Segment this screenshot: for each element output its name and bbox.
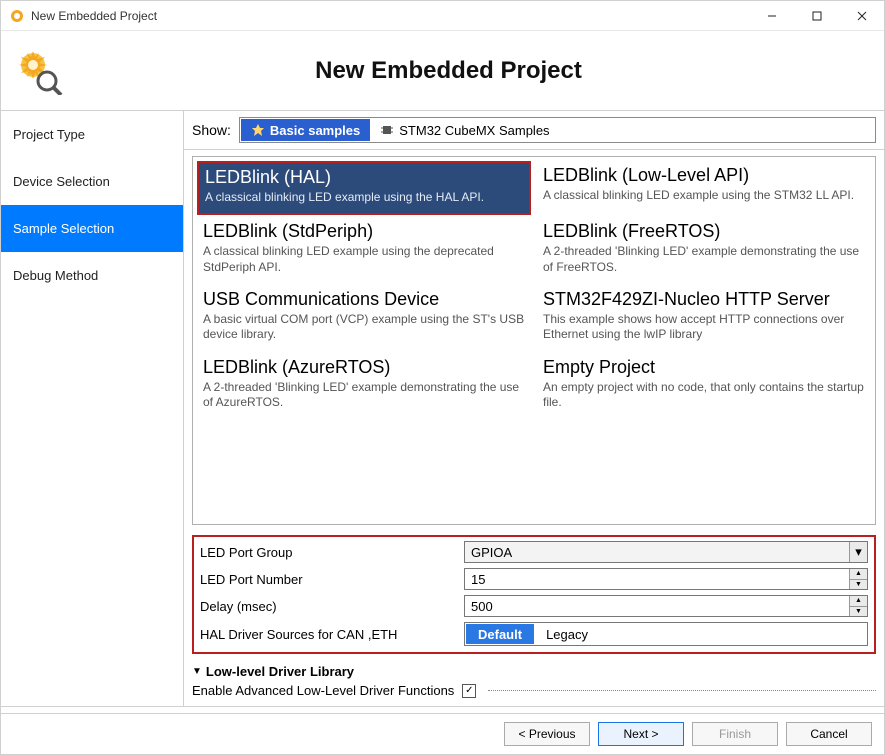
combo-value: GPIOA [465,542,849,562]
titlebar: New Embedded Project [1,1,884,31]
app-icon [9,8,25,24]
hal-sources-label: HAL Driver Sources for CAN ,ETH [200,627,464,642]
sample-usb-cdc[interactable]: USB Communications Device A basic virtua… [197,285,531,351]
hal-sources-toggle: Default Legacy [464,622,868,646]
hal-option-default[interactable]: Default [466,624,534,644]
sample-title: LEDBlink (FreeRTOS) [543,221,865,242]
delay-spinner[interactable]: 500 ▲ ▼ [464,595,868,617]
sidebar-item-device-selection[interactable]: Device Selection [1,158,183,205]
header: New Embedded Project [1,31,884,111]
sidebar-item-label: Debug Method [13,268,98,283]
tab-cubemx-samples[interactable]: STM32 CubeMX Samples [370,119,559,141]
samples-list: LEDBlink (HAL) A classical blinking LED … [192,156,876,525]
spinner-down-icon[interactable]: ▼ [850,606,867,617]
section-title: Low-level Driver Library [206,664,354,679]
close-button[interactable] [839,1,884,31]
window-title: New Embedded Project [31,9,749,23]
minimize-button[interactable] [749,1,794,31]
sample-title: LEDBlink (Low-Level API) [543,165,865,186]
sample-title: LEDBlink (AzureRTOS) [203,357,525,378]
led-port-group-combo[interactable]: GPIOA ▾ [464,541,868,563]
sample-desc: A 2-threaded 'Blinking LED' example demo… [203,380,525,411]
sidebar-item-label: Device Selection [13,174,110,189]
delay-label: Delay (msec) [200,599,464,614]
sample-title: USB Communications Device [203,289,525,310]
spinner-up-icon[interactable]: ▲ [850,596,867,606]
finish-button[interactable]: Finish [692,722,778,746]
cancel-button[interactable]: Cancel [786,722,872,746]
sample-ledblink-azurertos[interactable]: LEDBlink (AzureRTOS) A 2-threaded 'Blink… [197,353,531,419]
chip-icon [380,123,394,137]
sample-desc: A classical blinking LED example using t… [543,188,865,204]
sample-desc: This example shows how accept HTTP conne… [543,312,865,343]
led-port-number-spinner[interactable]: 15 ▲ ▼ [464,568,868,590]
tab-basic-samples[interactable]: Basic samples [241,119,370,141]
maximize-button[interactable] [794,1,839,31]
next-button[interactable]: Next > [598,722,684,746]
sample-desc: An empty project with no code, that only… [543,380,865,411]
hal-option-legacy[interactable]: Legacy [534,624,600,644]
wizard-gear-icon [15,47,63,95]
show-label: Show: [192,122,231,138]
sample-options-form: LED Port Group GPIOA ▾ LED Port Number 1… [192,535,876,654]
sample-empty-project[interactable]: Empty Project An empty project with no c… [537,353,871,419]
show-row: Show: Basic samples STM32 CubeMX Samples [184,111,884,150]
tab-label: STM32 CubeMX Samples [399,123,549,138]
low-level-section-header[interactable]: Low-level Driver Library [192,664,876,679]
advanced-driver-label: Enable Advanced Low-Level Driver Functio… [192,683,454,698]
sidebar-item-label: Project Type [13,127,85,142]
button-label: Finish [719,727,751,741]
wizard-footer: < Previous Next > Finish Cancel [1,713,884,754]
sample-ledblink-hal[interactable]: LEDBlink (HAL) A classical blinking LED … [197,161,531,215]
spinner-buttons: ▲ ▼ [849,569,867,589]
sidebar-item-project-type[interactable]: Project Type [1,111,183,158]
sidebar-item-label: Sample Selection [13,221,114,236]
led-port-group-label: LED Port Group [200,545,464,560]
sidebar-item-sample-selection[interactable]: Sample Selection [1,205,183,252]
advanced-driver-checkbox[interactable]: ✓ [462,684,476,698]
spinner-buttons: ▲ ▼ [849,596,867,616]
sample-http-server[interactable]: STM32F429ZI-Nucleo HTTP Server This exam… [537,285,871,351]
spinner-value[interactable]: 500 [465,596,849,616]
sample-desc: A basic virtual COM port (VCP) example u… [203,312,525,343]
footer-separator [1,706,884,707]
page-title: New Embedded Project [73,57,884,85]
spinner-value[interactable]: 15 [465,569,849,589]
advanced-driver-row: Enable Advanced Low-Level Driver Functio… [192,683,876,698]
chevron-down-icon[interactable]: ▾ [849,542,867,562]
toggle-label: Legacy [546,627,588,642]
sidebar-item-debug-method[interactable]: Debug Method [1,252,183,299]
toggle-label: Default [478,627,522,642]
sample-desc: A 2-threaded 'Blinking LED' example demo… [543,244,865,275]
sample-ledblink-freertos[interactable]: LEDBlink (FreeRTOS) A 2-threaded 'Blinki… [537,217,871,283]
spinner-up-icon[interactable]: ▲ [850,569,867,579]
previous-button[interactable]: < Previous [504,722,590,746]
led-port-number-label: LED Port Number [200,572,464,587]
button-label: Next > [623,727,658,741]
sample-title: STM32F429ZI-Nucleo HTTP Server [543,289,865,310]
sample-title: LEDBlink (HAL) [205,167,523,188]
button-label: < Previous [518,727,575,741]
sample-title: Empty Project [543,357,865,378]
dotted-filler [488,690,876,691]
tab-label: Basic samples [270,123,360,138]
sample-desc: A classical blinking LED example using t… [205,190,523,206]
sample-category-tabs: Basic samples STM32 CubeMX Samples [239,117,876,143]
sample-ledblink-stdperiph[interactable]: LEDBlink (StdPeriph) A classical blinkin… [197,217,531,283]
sample-ledblink-ll[interactable]: LEDBlink (Low-Level API) A classical bli… [537,161,871,215]
sample-desc: A classical blinking LED example using t… [203,244,525,275]
star-icon [251,123,265,137]
spinner-down-icon[interactable]: ▼ [850,579,867,590]
button-label: Cancel [810,727,847,741]
sidebar: Project Type Device Selection Sample Sel… [1,111,184,706]
sample-title: LEDBlink (StdPeriph) [203,221,525,242]
